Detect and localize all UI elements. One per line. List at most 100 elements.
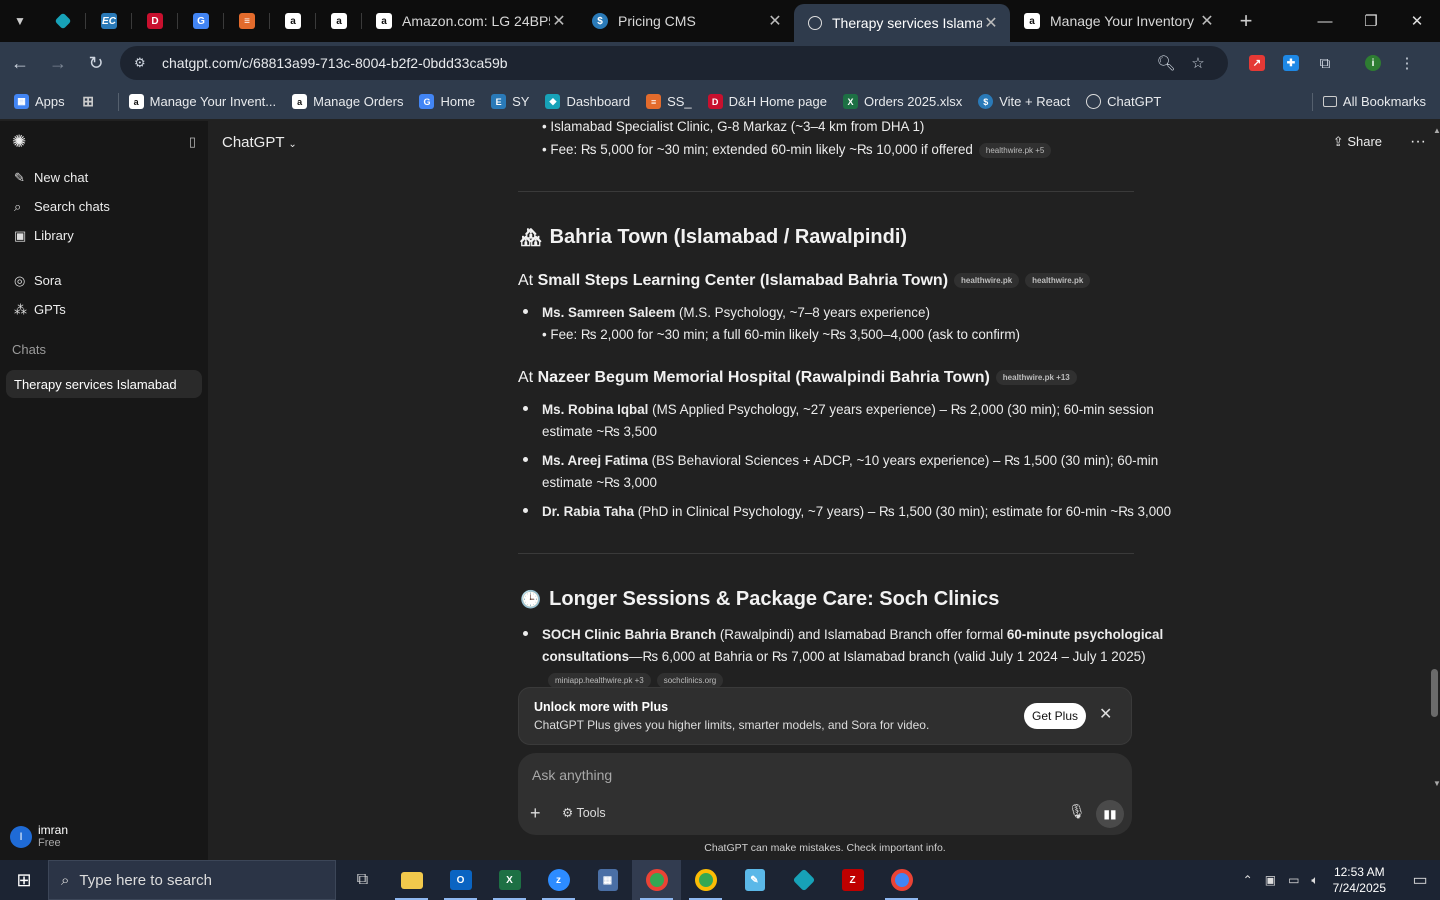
- kodi-icon[interactable]: [779, 860, 828, 900]
- volume-icon[interactable]: 🔈︎: [1311, 873, 1318, 888]
- bookmark-item[interactable]: ≡ SS_: [646, 94, 692, 109]
- folder-icon: [1322, 96, 1337, 107]
- close-icon[interactable]: ✕: [550, 11, 568, 31]
- scrollbar-thumb[interactable]: [1431, 669, 1438, 717]
- chrome-icon[interactable]: [681, 860, 730, 900]
- pinned-tab[interactable]: G: [178, 0, 224, 42]
- close-icon[interactable]: ✕: [1198, 11, 1216, 31]
- openai-logo-icon[interactable]: ✺: [12, 132, 26, 152]
- chat-history-item[interactable]: Therapy services Islamabad: [6, 370, 202, 398]
- pinned-tab[interactable]: a: [316, 0, 362, 42]
- text-line: consultations—₨ 6,000 at Bahria or ₨ 7,0…: [542, 649, 1146, 664]
- bookmark-item[interactable]: ChatGPT: [1086, 94, 1161, 109]
- citation-row: miniapp.healthwire.pk +3 sochclinics.org: [548, 672, 724, 688]
- more-options-icon[interactable]: ···: [1410, 133, 1426, 151]
- bookmark-item[interactable]: G Home: [419, 94, 475, 109]
- sidebar-item-new-chat[interactable]: ✎ New chat: [0, 163, 208, 192]
- voice-mode-button[interactable]: ▮▮: [1096, 800, 1124, 828]
- citation-chip[interactable]: sochclinics.org: [656, 672, 724, 688]
- citation-chip[interactable]: miniapp.healthwire.pk +3: [548, 672, 651, 688]
- sidebar-item-sora[interactable]: ◎ Sora: [0, 266, 208, 295]
- zoom-icon[interactable]: z: [534, 860, 583, 900]
- chevron-up-icon[interactable]: ⌃: [1243, 873, 1253, 887]
- sidebar-item-search-chats[interactable]: ⌕ Search chats: [0, 192, 208, 221]
- close-window-icon[interactable]: ✕: [1394, 0, 1440, 42]
- pinned-tab[interactable]: [40, 0, 86, 42]
- pinned-tab[interactable]: D: [132, 0, 178, 42]
- kebab-menu-icon[interactable]: ⋮: [1390, 46, 1424, 80]
- outlook-icon[interactable]: O: [436, 860, 485, 900]
- site-info-icon[interactable]: ⚙: [134, 55, 156, 71]
- bookmark-item[interactable]: a Manage Orders: [292, 94, 403, 109]
- star-icon[interactable]: ☆: [1182, 54, 1214, 72]
- bookmark-apps[interactable]: ▦ Apps: [14, 94, 65, 109]
- tools-button[interactable]: ⚙ Tools: [562, 805, 606, 820]
- restore-icon[interactable]: ❐: [1348, 0, 1394, 42]
- bookmark-item[interactable]: E SY: [491, 94, 529, 109]
- chrome-icon[interactable]: [632, 860, 681, 900]
- prompt-input[interactable]: [532, 767, 1052, 783]
- citation-chip[interactable]: healthwire.pk: [954, 273, 1020, 289]
- taskbar-search[interactable]: ⌕ Type here to search: [48, 860, 336, 900]
- sidebar-item-library[interactable]: ▣ Library: [0, 221, 208, 250]
- tab-pricing-cms[interactable]: $ Pricing CMS ✕: [578, 0, 794, 42]
- minimize-icon[interactable]: —: [1302, 0, 1348, 42]
- reload-icon[interactable]: ↻: [78, 45, 114, 81]
- filezilla-icon[interactable]: Z: [828, 860, 877, 900]
- tab-amazon[interactable]: a Amazon.com: LG 24BP55Q ✕: [362, 0, 578, 42]
- scroll-down-arrow[interactable]: ▼: [1433, 779, 1440, 788]
- pinned-tab[interactable]: ≡: [224, 0, 270, 42]
- sidebar-item-gpts[interactable]: ⁂ GPTs: [0, 295, 208, 324]
- tab-manage-inventory[interactable]: a Manage Your Inventory ✕: [1010, 0, 1226, 42]
- excel-icon[interactable]: X: [485, 860, 534, 900]
- pinned-tab[interactable]: EC: [86, 0, 132, 42]
- citation-chip[interactable]: healthwire.pk +13: [995, 370, 1077, 386]
- clock-icon: 🕒: [520, 590, 542, 609]
- citation-chip[interactable]: healthwire.pk +5: [978, 142, 1052, 158]
- file-explorer-icon[interactable]: [387, 860, 436, 900]
- get-plus-button[interactable]: Get Plus: [1024, 703, 1086, 729]
- security-icon[interactable]: ▣: [1265, 873, 1276, 887]
- tab-therapy-services[interactable]: Therapy services Islamabad ✕: [794, 4, 1010, 42]
- zoom-icon[interactable]: 🔍︎: [1150, 54, 1182, 72]
- microphone-icon[interactable]: 🎙︎: [1068, 803, 1086, 820]
- notepad-icon[interactable]: ✎: [730, 860, 779, 900]
- tab-search-button[interactable]: ▼: [0, 0, 40, 42]
- back-icon[interactable]: ←: [2, 45, 38, 81]
- new-tab-button[interactable]: +: [1226, 8, 1266, 34]
- close-icon[interactable]: ✕: [1099, 704, 1112, 724]
- bookmark-item[interactable]: a Manage Your Invent...: [128, 94, 276, 109]
- plus-icon[interactable]: +: [530, 803, 541, 824]
- profile-avatar[interactable]: i: [1356, 46, 1390, 80]
- bookmark-item[interactable]: $ Vite + React: [978, 94, 1070, 109]
- bookmark-tab-groups[interactable]: ⊞: [81, 93, 102, 109]
- scroll-up-arrow[interactable]: ▲: [1433, 126, 1440, 135]
- bookmark-item[interactable]: ◆ Dashboard: [545, 94, 630, 109]
- bookmark-item[interactable]: D D&H Home page: [707, 94, 827, 109]
- user-profile[interactable]: I imran Free: [10, 824, 68, 850]
- all-bookmarks[interactable]: All Bookmarks: [1322, 94, 1426, 109]
- windows-start-icon[interactable]: ⊞: [0, 860, 48, 900]
- url-text[interactable]: chatgpt.com/c/68813a99-713c-8004-b2f2-0b…: [162, 55, 1150, 71]
- close-icon[interactable]: ✕: [766, 11, 784, 31]
- network-icon[interactable]: ▭: [1288, 873, 1299, 887]
- extension-icon[interactable]: ✚: [1274, 46, 1308, 80]
- address-bar[interactable]: ⚙ chatgpt.com/c/68813a99-713c-8004-b2f2-…: [120, 46, 1228, 80]
- citation-chip[interactable]: healthwire.pk: [1025, 273, 1091, 289]
- clock[interactable]: 12:53 AM 7/24/2025: [1333, 864, 1386, 896]
- calculator-icon[interactable]: ▦: [583, 860, 632, 900]
- model-selector[interactable]: ChatGPT ⌄: [222, 134, 297, 151]
- pinned-tab[interactable]: a: [270, 0, 316, 42]
- plus-upsell-banner: Unlock more with Plus ChatGPT Plus gives…: [518, 687, 1132, 745]
- share-button[interactable]: ⇪ Share: [1333, 134, 1382, 150]
- waveform-icon: ▮▮: [1103, 807, 1117, 821]
- forward-icon[interactable]: →: [40, 45, 76, 81]
- chrome-icon[interactable]: [877, 860, 926, 900]
- task-view-icon[interactable]: ⧉: [338, 860, 387, 900]
- notification-icon[interactable]: ▭: [1400, 870, 1440, 890]
- extension-icon[interactable]: ↗: [1240, 46, 1274, 80]
- bookmark-item[interactable]: X Orders 2025.xlsx: [842, 94, 962, 109]
- close-icon[interactable]: ✕: [982, 13, 1000, 33]
- sidebar-toggle-icon[interactable]: ▯: [189, 134, 196, 150]
- puzzle-icon[interactable]: ⧉: [1308, 46, 1342, 80]
